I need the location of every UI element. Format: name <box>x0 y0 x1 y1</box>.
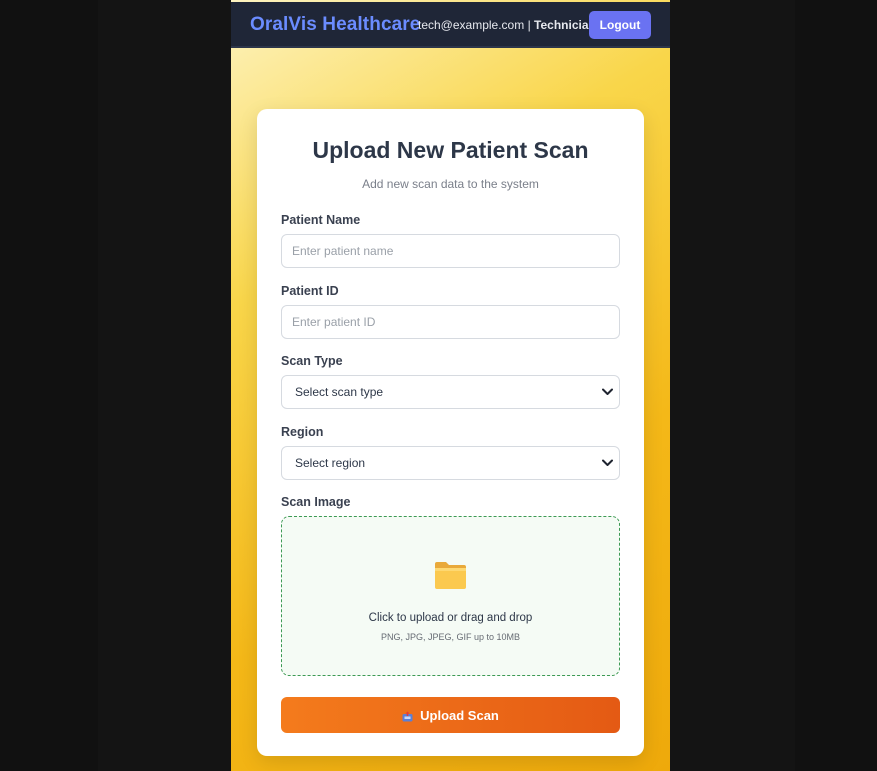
scan-type-select[interactable]: Select scan type <box>281 375 620 409</box>
region-select[interactable]: Select region <box>281 446 620 480</box>
region-label: Region <box>281 425 324 439</box>
patient-id-label: Patient ID <box>281 284 339 298</box>
upload-scan-button[interactable]: Upload Scan <box>281 697 620 733</box>
user-info: tech@example.com | Technician <box>418 18 596 32</box>
chevron-down-icon <box>601 457 613 469</box>
patient-name-label: Patient Name <box>281 213 361 227</box>
upload-scan-label: Upload Scan <box>420 707 499 723</box>
logout-button[interactable]: Logout <box>589 11 651 39</box>
patient-id-placeholder: Enter patient ID <box>292 315 376 329</box>
patient-name-placeholder: Enter patient name <box>292 244 394 258</box>
user-role: Technician <box>534 18 596 32</box>
user-email: tech@example.com <box>418 18 525 32</box>
dropzone-text: Click to upload or drag and drop <box>368 612 533 624</box>
inbox-tray-icon <box>402 710 413 721</box>
scan-image-dropzone[interactable]: Click to upload or drag and drop PNG, JP… <box>281 516 620 676</box>
patient-name-input[interactable]: Enter patient name <box>281 234 620 268</box>
navbar: OralVis Healthcare tech@example.com | Te… <box>231 2 670 48</box>
patient-id-input[interactable]: Enter patient ID <box>281 305 620 339</box>
folder-icon <box>434 560 467 590</box>
dropzone-hint: PNG, JPG, JPEG, GIF up to 10MB <box>380 632 521 642</box>
app-container: OralVis Healthcare tech@example.com | Te… <box>231 0 670 771</box>
page-title: Upload New Patient Scan <box>312 137 589 163</box>
chevron-down-icon <box>601 386 613 398</box>
scan-image-label: Scan Image <box>281 495 351 509</box>
scan-type-label: Scan Type <box>281 354 343 368</box>
page-subtitle: Add new scan data to the system <box>362 177 539 191</box>
upload-form-card: Upload New Patient Scan Add new scan dat… <box>257 109 644 756</box>
scan-type-value: Select scan type <box>295 385 384 399</box>
region-value: Select region <box>295 456 366 470</box>
brand-title[interactable]: OralVis Healthcare <box>250 14 420 36</box>
user-separator: | <box>524 18 535 32</box>
